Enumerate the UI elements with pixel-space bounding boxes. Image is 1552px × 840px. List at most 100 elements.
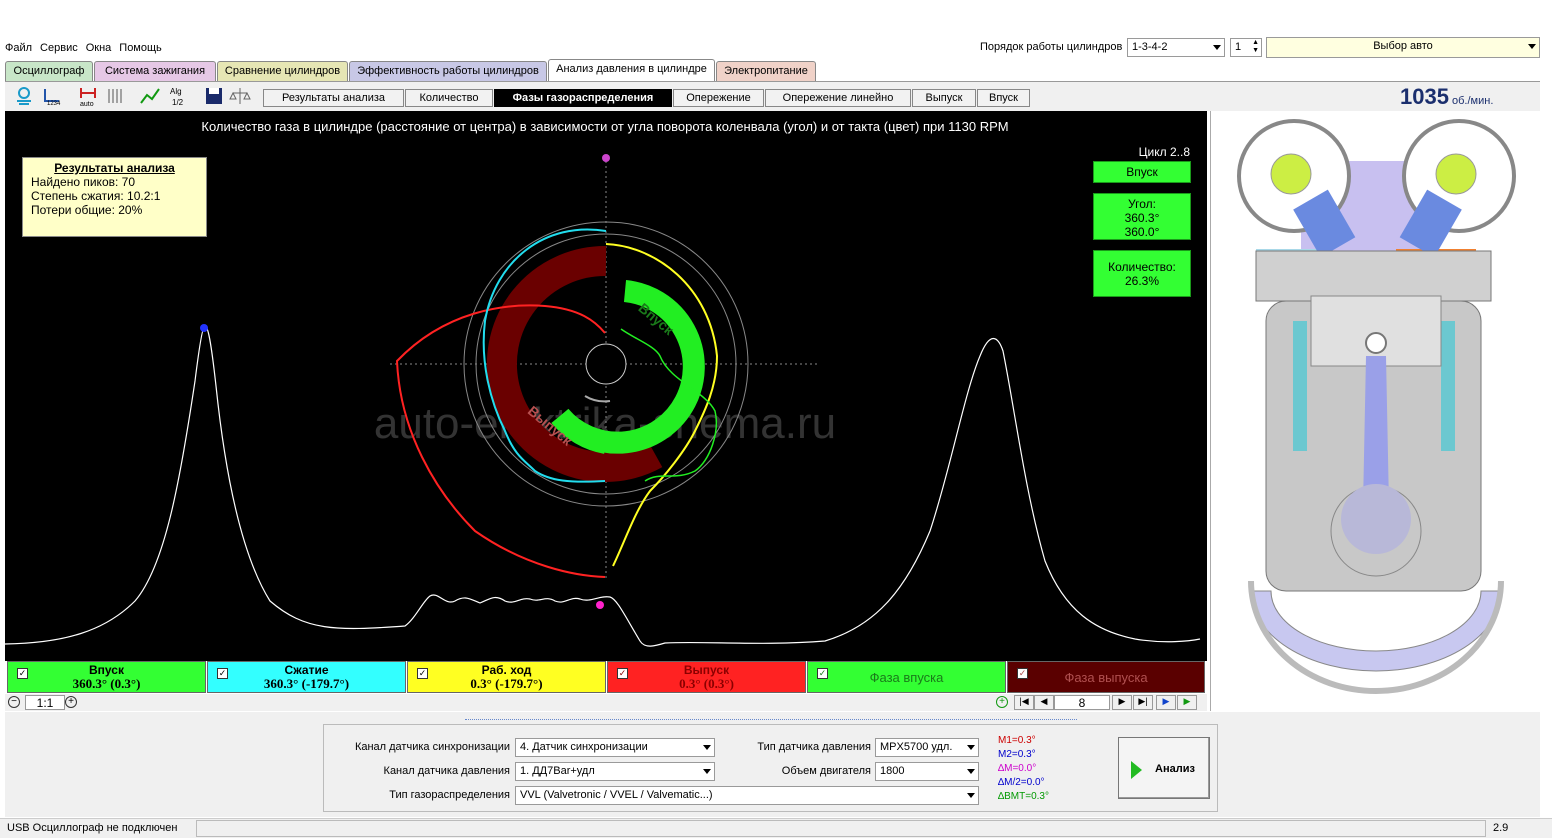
subtab-quantity[interactable]: Количество [405,89,493,107]
legend-exhaust-phase[interactable]: ✓ Фаза выпуска [1007,661,1205,693]
scales-icon[interactable] [229,85,251,107]
chevron-down-icon [1528,44,1536,49]
marker-m1-value: M1=0.3° [998,735,1036,746]
subtab-results[interactable]: Результаты анализа [263,89,404,107]
marker-peak-1[interactable] [200,324,208,332]
cycle-label: Цикл 2..8 [1139,145,1191,159]
menu-service[interactable]: Сервис [35,36,81,54]
status-bar: USB Осциллограф не подключен 2.9 [0,818,1552,838]
page-number[interactable]: 8 [1054,695,1110,710]
rpm-display: 1035 об./мин. [1400,84,1493,110]
tab-oscilloscope[interactable]: Осциллограф [5,61,93,81]
play-icon[interactable]: ▶ [1156,695,1176,710]
bars-icon[interactable] [104,85,126,107]
first-page-icon[interactable]: |◀ [1014,695,1034,710]
plot-title: Количество газа в цилиндре (расстояние о… [201,119,1008,134]
analyze-label: Анализ [1155,763,1195,775]
checkbox-intake[interactable]: ✓ [17,668,28,679]
sync-channel-label: Канал датчика синхронизации [354,741,510,753]
numbers-icon[interactable]: 1234 [41,85,63,107]
cylinder-order-select[interactable]: 1-3-4-2 [1127,38,1225,57]
svg-text:1/2: 1/2 [172,98,184,107]
tab-cylinder-efficiency[interactable]: Эффективность работы цилиндров [349,61,547,81]
menu-windows[interactable]: Окна [81,36,115,54]
analyze-button[interactable]: Анализ [1118,737,1210,799]
quantity-indicator: Количество: 26.3% [1093,250,1191,297]
zoom-out-icon[interactable]: − [8,696,20,708]
engine-volume-select[interactable]: 1800 [875,762,979,781]
marker-delta-value: ∆M=0.0° [998,763,1037,774]
legend-compression[interactable]: ✓ Сжатие 360.3° (-179.7°) [207,661,406,693]
chevron-down-icon [967,793,975,798]
tab-power-supply[interactable]: Электропитание [716,61,816,81]
results-peaks: Найдено пиков: 70 [31,175,136,189]
car-select[interactable]: Выбор авто [1266,37,1540,58]
checkbox-exhaust[interactable]: ✓ [617,668,628,679]
sync-channel-select[interactable]: 4. Датчик синхронизации [515,738,715,757]
legend-intake-phase[interactable]: ✓ Фаза впуска [807,661,1006,693]
cylinder-order-label: Порядок работы цилиндров [980,41,1123,53]
marker-m2-value: M2=0.3° [998,749,1036,760]
pressure-channel-select[interactable]: 1. ДД7Bar+удл [515,762,715,781]
play-icon [1131,761,1142,779]
next-page-icon[interactable]: ▶ [1112,695,1132,710]
marker-half-delta-value: ∆M/2=0.0° [998,777,1045,788]
chevron-down-icon [703,769,711,774]
marker-bmt-value: ∆BMT=0.3° [998,791,1049,802]
chevron-down-icon [967,745,975,750]
status-version: 2.9 [1493,822,1509,834]
results-losses: Потери общие: 20% [31,203,143,217]
svg-text:auto: auto [80,101,94,107]
legend-intake[interactable]: ✓ Впуск 360.3° (0.3°) [7,661,206,693]
zoom-level: 1:1 [25,695,65,710]
auto-icon[interactable]: auto [77,85,99,107]
panel-splitter[interactable] [465,714,1077,720]
tab-pressure-analysis[interactable]: Анализ давления в цилиндре [548,59,715,81]
sensor-type-label: Тип датчика давления [757,741,871,753]
tab-cylinder-compare[interactable]: Сравнение цилиндров [217,61,348,81]
checkbox-intake-phase[interactable]: ✓ [817,668,828,679]
center-circle [585,343,627,385]
tab-ignition[interactable]: Система зажигания [94,61,216,81]
sensor-type-select[interactable]: MPX5700 удл. [875,738,979,757]
menu-file[interactable]: Файл [0,36,35,54]
checkbox-power[interactable]: ✓ [417,668,428,679]
stepper-arrows-icon[interactable]: ▲ ▼ [1252,39,1259,55]
subtab-exhaust[interactable]: Выпуск [912,89,976,107]
prev-page-icon[interactable]: ◀ [1034,695,1054,710]
chevron-down-icon [967,769,975,774]
subtab-intake[interactable]: Впуск [977,89,1030,107]
save-icon[interactable] [203,85,225,107]
subtab-advance[interactable]: Опережение [673,89,764,107]
algorithm-icon[interactable]: Alg 1/2 [167,85,189,107]
svg-text:1234: 1234 [47,101,61,107]
results-box: Результаты анализа Найдено пиков: 70 Сте… [22,157,207,237]
checkbox-exhaust-phase[interactable]: ✓ [1017,668,1028,679]
phase-indicator: Впуск [1093,161,1191,183]
legend-exhaust[interactable]: ✓ Выпуск 0.3° (0.3°) [607,661,806,693]
pressure-channel-label: Канал датчика давления [383,765,510,777]
menu-help[interactable]: Помощь [114,36,165,54]
engine-volume-label: Объем двигателя [781,765,871,777]
subtab-valve-timing[interactable]: Фазы газораспределения [494,89,672,107]
checkbox-compression[interactable]: ✓ [217,668,228,679]
add-icon[interactable]: + [996,696,1008,708]
marker-values: M1=0.3° M2=0.3° ∆M=0.0° ∆M/2=0.0° ∆BMT=0… [998,734,1049,804]
nav-row: − 1:1 + + |◀ ◀ 8 ▶ ▶| ▶ ▶ [5,694,1207,711]
svg-text:Alg: Alg [170,87,182,96]
last-page-icon[interactable]: ▶| [1133,695,1153,710]
marker-m1[interactable] [596,601,604,609]
rpm-unit: об./мин. [1452,95,1494,107]
play-all-icon[interactable]: ▶ [1177,695,1197,710]
legend-power[interactable]: ✓ Раб. ход 0.3° (-179.7°) [407,661,606,693]
chevron-down-icon [1213,45,1221,50]
graph-icon[interactable] [139,85,161,107]
zoom-in-icon[interactable]: + [65,696,77,708]
cylinder-number-stepper[interactable]: 1 ▲ ▼ [1230,38,1262,57]
status-progress [196,820,1486,837]
sync-icon[interactable] [13,85,35,107]
subtab-advance-linear[interactable]: Опережение линейно [765,89,911,107]
marker-top[interactable] [602,154,610,162]
timing-type-select[interactable]: VVL (Valvetronic / VVEL / Valvematic...) [515,786,979,805]
rpm-value: 1035 [1400,84,1449,109]
